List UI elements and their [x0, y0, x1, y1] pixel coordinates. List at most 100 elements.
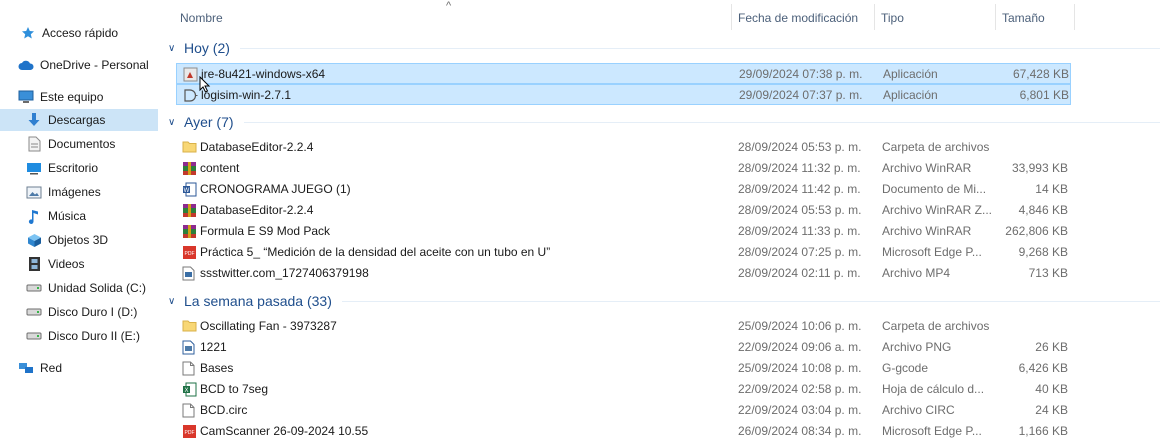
- file-row[interactable]: ssstwitter.com_1727406379198 28/09/2024 0…: [176, 263, 1071, 284]
- file-name: BCD to 7seg: [200, 382, 269, 396]
- file-name: content: [200, 161, 240, 175]
- column-header-type[interactable]: Tipo: [875, 0, 995, 36]
- sort-ascending-icon: ^: [446, 0, 452, 12]
- file-type: G-gcode: [882, 361, 929, 375]
- nav-item-label: Este equipo: [40, 90, 104, 104]
- file-row[interactable]: 1221 22/09/2024 09:06 a. m. Archivo PNG 26 …: [176, 337, 1071, 358]
- nav-item-label: Disco Duro II (E:): [48, 329, 141, 343]
- chevron-down-icon[interactable]: ∨: [168, 43, 182, 54]
- file-name: logisim-win-2.7.1: [201, 88, 292, 102]
- file-name: DatabaseEditor-2.2.4: [200, 140, 314, 154]
- nav-item-label: OneDrive - Personal: [40, 58, 149, 72]
- group-divider: [239, 47, 1160, 49]
- file-type: Microsoft Edge P...: [882, 424, 982, 438]
- mouse-cursor-icon: [199, 76, 211, 93]
- file-name: CRONOGRAMA JUEGO (1): [200, 182, 351, 196]
- nav-item-label: Documentos: [48, 137, 116, 151]
- file-size: 6,426 KB: [1018, 361, 1068, 375]
- nav-item[interactable]: Música: [26, 205, 160, 227]
- nav-item[interactable]: Objetos 3D: [26, 229, 160, 251]
- file-row[interactable]: jre-8u421-windows-x64 29/09/2024 07:38 p.…: [176, 63, 1071, 84]
- column-header-bar: Nombre ^ Fecha de modificación Tipo Tama…: [160, 0, 1170, 36]
- file-date: 29/09/2024 07:37 p. m.: [739, 88, 863, 102]
- column-header-date[interactable]: Fecha de modificación: [732, 0, 874, 36]
- logic-gate-icon: [183, 88, 198, 103]
- column-header-date-label: Fecha de modificación: [738, 11, 859, 25]
- file-row[interactable]: DatabaseEditor-2.2.4 28/09/2024 05:53 p. …: [176, 137, 1071, 158]
- svg-text:X: X: [184, 388, 188, 394]
- column-header-size-label: Tamaño: [1002, 11, 1045, 25]
- file-date: 28/09/2024 11:33 p. m.: [738, 224, 861, 238]
- nav-item-label: Unidad Solida (C:): [48, 281, 147, 295]
- file-type: Hoja de cálculo d...: [882, 382, 985, 396]
- file-row[interactable]: Bases 25/09/2024 10:08 p. m. G-gcode 6,426 …: [176, 358, 1071, 379]
- file-size: [998, 316, 1068, 337]
- file-date: 25/09/2024 10:06 p. m.: [738, 319, 862, 333]
- column-header-name[interactable]: Nombre: [174, 0, 731, 36]
- column-divider[interactable]: [1074, 4, 1075, 30]
- group-header[interactable]: ∨ La semana pasada (33): [160, 290, 1170, 312]
- nav-item[interactable]: OneDrive - Personal: [18, 54, 160, 76]
- blank-file-icon: [182, 361, 197, 376]
- network-icon: [18, 360, 34, 376]
- file-type: Archivo MP4: [882, 266, 951, 280]
- file-row[interactable]: PDF Práctica 5_ “Medición de la densidad …: [176, 242, 1071, 263]
- nav-item[interactable]: Disco Duro II (E:): [26, 325, 160, 347]
- pdf-icon: PDF: [182, 424, 197, 439]
- file-size: 713 KB: [1028, 266, 1068, 280]
- nav-item-label: Descargas: [48, 113, 106, 127]
- file-name: Bases: [200, 361, 234, 375]
- nav-item[interactable]: Escritorio: [26, 157, 160, 179]
- nav-item[interactable]: Videos: [26, 253, 160, 275]
- group-header[interactable]: ∨ Ayer (7): [160, 111, 1170, 133]
- nav-item[interactable]: Este equipo: [18, 86, 160, 108]
- chevron-down-icon[interactable]: ∨: [168, 296, 182, 307]
- nav-item-label: Escritorio: [48, 161, 99, 175]
- column-header-type-label: Tipo: [881, 11, 904, 25]
- file-row[interactable]: content 28/09/2024 11:32 p. m. Archivo Win…: [176, 158, 1071, 179]
- nav-item[interactable]: Imágenes: [26, 181, 160, 203]
- nav-item-label: Acceso rápido: [42, 26, 119, 40]
- column-header-size[interactable]: Tamaño: [996, 0, 1074, 36]
- file-name: CamScanner 26-09-2024 10.55: [200, 424, 369, 438]
- file-size: 6,801 KB: [1019, 88, 1069, 102]
- drive-icon: [26, 304, 42, 320]
- file-type: Archivo PNG: [882, 340, 952, 354]
- file-row[interactable]: PDF CamScanner 26-09-2024 10.55 26/09/2024…: [176, 421, 1071, 442]
- file-row[interactable]: Oscillating Fan - 3973287 25/09/2024 10:0…: [176, 316, 1071, 337]
- file-name: DatabaseEditor-2.2.4: [200, 203, 314, 217]
- word-doc-icon: W: [182, 182, 197, 197]
- nav-item[interactable]: Red: [18, 357, 160, 379]
- nav-item[interactable]: Unidad Solida (C:): [26, 277, 160, 299]
- folder-icon: [182, 319, 197, 334]
- file-row[interactable]: W CRONOGRAMA JUEGO (1) 28/09/2024 11:42 p.…: [176, 179, 1071, 200]
- file-row[interactable]: X BCD to 7seg 22/09/2024 02:58 p. m. Hoja d…: [176, 379, 1071, 400]
- nav-item[interactable]: Descargas: [0, 109, 158, 131]
- file-name: Práctica 5_ “Medición de la densidad del…: [200, 245, 551, 259]
- file-row[interactable]: logisim-win-2.7.1 29/09/2024 07:37 p. m. A…: [176, 84, 1071, 105]
- file-type: Aplicación: [883, 88, 938, 102]
- file-name: ssstwitter.com_1727406379198: [200, 266, 369, 280]
- group-header[interactable]: ∨ Hoy (2): [160, 37, 1170, 59]
- group-label: Ayer (7): [184, 114, 234, 130]
- file-name: Formula E S9 Mod Pack: [200, 224, 331, 238]
- file-row[interactable]: BCD.circ 22/09/2024 03:04 p. m. Archivo CI…: [176, 400, 1071, 421]
- nav-item[interactable]: Disco Duro I (D:): [26, 301, 160, 323]
- file-size: 14 KB: [1035, 182, 1068, 196]
- file-date: 22/09/2024 09:06 a. m.: [738, 340, 862, 354]
- download-arrow-icon: [26, 112, 42, 128]
- file-date: 28/09/2024 11:42 p. m.: [738, 182, 861, 196]
- file-size: 9,268 KB: [1018, 245, 1068, 259]
- nav-item[interactable]: Documentos: [26, 133, 160, 155]
- svg-text:PDF: PDF: [185, 430, 195, 436]
- file-row[interactable]: Formula E S9 Mod Pack 28/09/2024 11:33 p.…: [176, 221, 1071, 242]
- group-label: Hoy (2): [184, 40, 230, 56]
- chevron-down-icon[interactable]: ∨: [168, 117, 182, 128]
- file-date: 29/09/2024 07:38 p. m.: [739, 67, 863, 81]
- file-size: 40 KB: [1035, 382, 1068, 396]
- file-row[interactable]: DatabaseEditor-2.2.4 28/09/2024 05:53 p. …: [176, 200, 1071, 221]
- nav-item-label: Disco Duro I (D:): [48, 305, 138, 319]
- nav-item[interactable]: Acceso rápido: [20, 22, 160, 44]
- file-name: 1221: [200, 340, 227, 354]
- file-size: [998, 137, 1068, 158]
